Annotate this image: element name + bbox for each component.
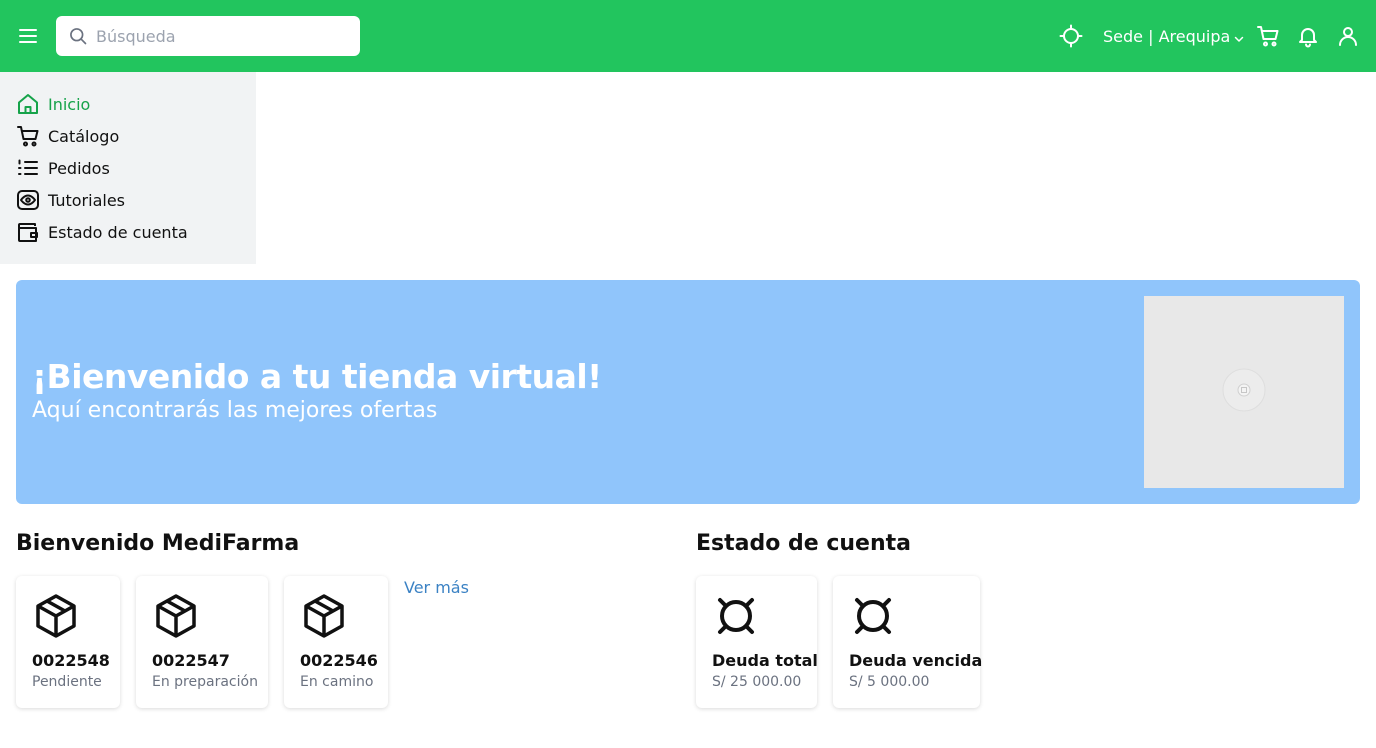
account-label: Deuda vencida [849,651,983,670]
sidebar-item-label: Pedidos [48,158,110,178]
order-card[interactable]: 0022547 En preparación [136,576,268,708]
box-icon [32,592,80,640]
sidebar-item-label: Inicio [48,94,91,114]
account-card[interactable]: Deuda vencida S/ 5 000.00 [833,576,983,708]
account-card[interactable]: Deuda total S/ 25 000.00 [696,576,818,708]
account-label: Deuda total [712,651,818,670]
sidebar-item-pedidos[interactable]: Pedidos [0,152,256,184]
sidebar-item-catalogo[interactable]: Catálogo [0,120,256,152]
top-bar: Sede | Arequipa [0,0,1376,72]
sidebar-item-label: Estado de cuenta [48,222,188,242]
sidebar: Inicio Catálogo Pedidos Tutoriales Estad… [0,72,256,264]
sidebar-item-label: Catálogo [48,126,120,146]
order-card[interactable]: 0022548 Pendiente [16,576,120,708]
sede-label: Sede | Arequipa [1103,26,1231,46]
order-status: En camino [300,674,374,690]
account-amount: S/ 5 000.00 [849,674,930,690]
location-icon[interactable] [1059,24,1083,48]
sidebar-item-estado-de-cuenta[interactable]: Estado de cuenta [0,216,256,248]
cart-icon [16,124,40,148]
bell-icon[interactable] [1296,24,1320,48]
account-section-title: Estado de cuenta [696,531,911,556]
home-icon [16,92,40,116]
banner-title: ¡Bienvenido a tu tienda virtual! [32,357,602,396]
box-icon [300,592,348,640]
menu-icon[interactable] [16,24,40,48]
sidebar-item-inicio[interactable]: Inicio [0,88,256,120]
order-status: En preparación [152,674,258,690]
box-icon [152,592,200,640]
ver-mas-link[interactable]: Ver más [404,578,469,597]
wallet-icon [16,220,40,244]
order-status: Pendiente [32,674,102,690]
eye-icon [16,188,40,212]
banner-image [1144,296,1344,488]
cart-icon[interactable] [1256,24,1280,48]
order-card[interactable]: 0022546 En camino [284,576,388,708]
chevron-down-icon [1233,30,1245,42]
currency-icon [712,592,760,640]
sidebar-item-label: Tutoriales [48,190,125,210]
order-number: 0022547 [152,651,230,670]
list-icon [16,156,40,180]
banner-subtitle: Aquí encontrarás las mejores ofertas [32,398,438,423]
currency-icon [849,592,897,640]
search-box[interactable] [56,16,360,56]
user-icon[interactable] [1336,24,1360,48]
orders-section-title: Bienvenido MediFarma [16,531,300,556]
sede-selector[interactable]: Sede | Arequipa [1103,24,1245,48]
welcome-banner: ¡Bienvenido a tu tienda virtual! Aquí en… [16,280,1360,504]
order-number: 0022546 [300,651,378,670]
account-amount: S/ 25 000.00 [712,674,802,690]
search-icon [68,26,88,46]
search-input[interactable] [96,16,352,56]
order-number: 0022548 [32,651,110,670]
image-placeholder-icon [1222,368,1266,412]
sidebar-item-tutoriales[interactable]: Tutoriales [0,184,256,216]
